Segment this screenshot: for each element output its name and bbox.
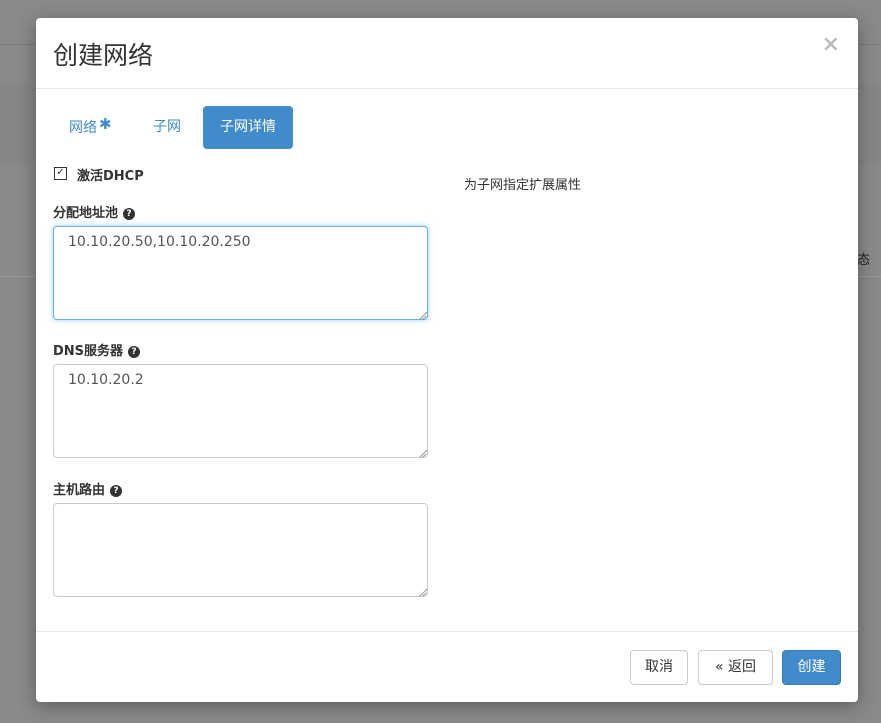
dialog-footer: 取消 « 返回 创建 <box>36 631 858 703</box>
allocation-pools-label: 分配地址池? <box>53 202 136 221</box>
dns-servers-label: DNS服务器? <box>53 340 141 359</box>
enable-dhcp-checkbox[interactable]: ✓ <box>54 167 67 180</box>
allocation-pools-label-text: 分配地址池 <box>53 206 119 221</box>
background-status-text: 态 <box>857 253 871 268</box>
host-routes-field[interactable] <box>53 503 428 597</box>
dns-servers-field[interactable]: 10.10.20.2 <box>53 364 428 458</box>
resize-handle-icon[interactable] <box>418 448 427 457</box>
tab-subnet-details-label: 子网详情 <box>220 119 276 135</box>
resize-handle-icon[interactable] <box>418 587 427 596</box>
enable-dhcp-label[interactable]: 激活DHCP <box>77 165 144 184</box>
tab-subnet-details[interactable]: 子网详情 <box>203 106 293 149</box>
tab-subnet[interactable]: 子网 <box>137 106 197 149</box>
question-circle-icon[interactable]: ? <box>123 208 136 220</box>
tab-network[interactable]: 网络 ✱ <box>53 106 128 149</box>
create-network-dialog: 创建网络 × 网络 ✱ 子网 子网详情 ✓ 激活DHCP 分配地址池? 10.10… <box>36 18 858 702</box>
tab-network-label: 网络 <box>69 120 97 136</box>
cancel-button[interactable]: 取消 <box>630 650 688 685</box>
close-icon[interactable]: × <box>822 32 840 57</box>
back-button[interactable]: « 返回 <box>698 650 773 685</box>
allocation-pools-field[interactable]: 10.10.20.50,10.10.20.250 <box>53 226 428 320</box>
dialog-title: 创建网络 <box>53 41 154 70</box>
dialog-header: 创建网络 × <box>36 18 858 89</box>
host-routes-label: 主机路由? <box>53 479 123 498</box>
create-button[interactable]: 创建 <box>782 650 841 685</box>
host-routes-label-text: 主机路由 <box>53 483 106 498</box>
subnet-details-help-text: 为子网指定扩展属性 <box>464 178 582 193</box>
required-asterisk-icon: ✱ <box>99 115 112 133</box>
resize-handle-icon[interactable] <box>418 310 427 319</box>
tab-subnet-label: 子网 <box>153 119 181 135</box>
dns-servers-label-text: DNS服务器 <box>53 344 124 359</box>
question-circle-icon[interactable]: ? <box>110 485 123 497</box>
question-circle-icon[interactable]: ? <box>128 346 141 358</box>
